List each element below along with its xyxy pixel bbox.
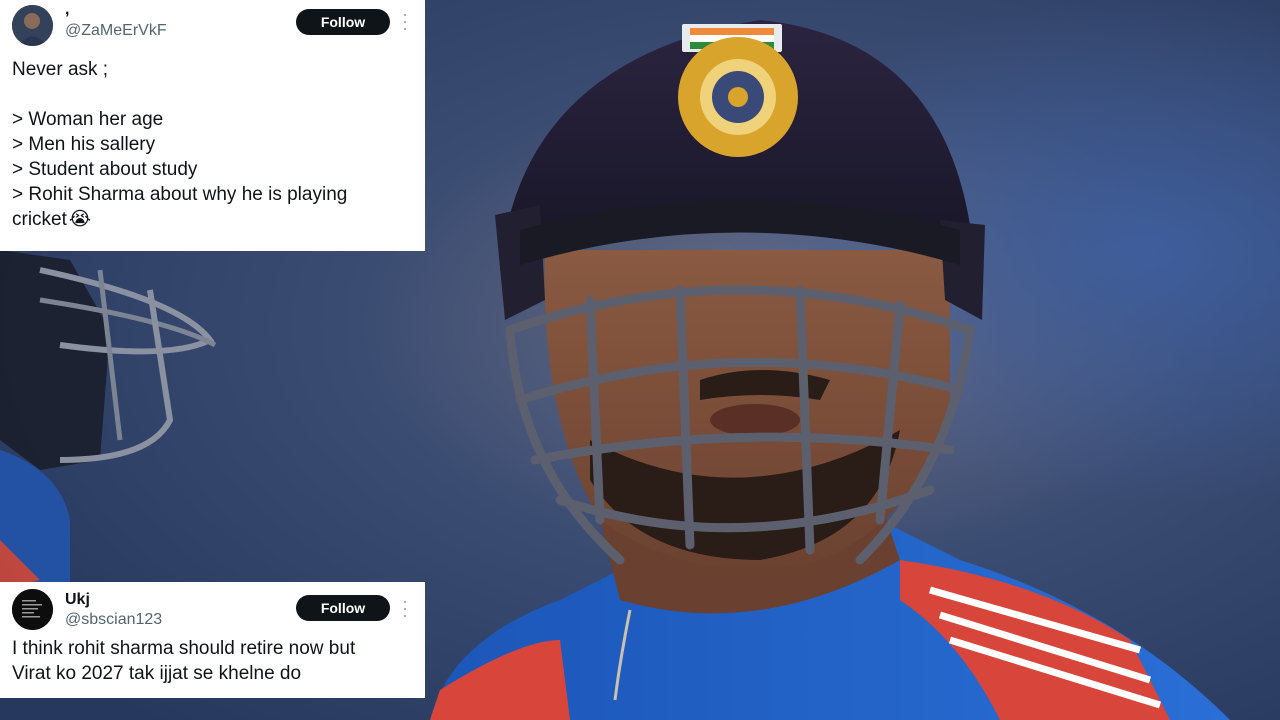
tweet-text: Never ask ; > Woman her age > Men his sall…	[12, 57, 347, 232]
tweet-text: I think rohit sharma should retire now b…	[12, 636, 355, 686]
more-vertical-icon[interactable]	[400, 14, 410, 30]
display-name[interactable]: Ukj	[65, 591, 90, 609]
tweet-line-last: cricket 😭	[12, 207, 347, 232]
user-handle[interactable]: @ZaMeErVkF	[65, 22, 167, 40]
bcci-crest-icon	[678, 37, 798, 157]
tweet-card-bottom: Ukj @sbscian123 Follow I think rohit sha…	[0, 582, 425, 698]
tweet-line: I think rohit sharma should retire now b…	[12, 638, 356, 659]
avatar[interactable]	[12, 589, 53, 630]
tweet-line: > Student about study	[12, 159, 198, 180]
tweet-line	[12, 82, 347, 107]
tweet-card-top: , @ZaMeErVkF Follow Never ask ; > Woman h…	[0, 0, 425, 251]
follow-button[interactable]: Follow	[296, 595, 390, 621]
crying-emoji-icon: 😭	[68, 208, 92, 230]
tweet-line: cricket	[12, 209, 67, 230]
display-name[interactable]: ,	[65, 1, 69, 19]
tweet-line: Never ask ;	[12, 59, 109, 80]
tweet-line: > Men his sallery	[12, 134, 156, 155]
tweet-line: Virat ko 2027 tak ijjat se khelne do	[12, 663, 302, 684]
more-vertical-icon[interactable]	[400, 601, 410, 617]
user-handle[interactable]: @sbscian123	[65, 611, 162, 629]
tweet-line: > Rohit Sharma about why he is playing	[12, 184, 348, 205]
tweet-line: > Woman her age	[12, 109, 164, 130]
avatar[interactable]	[12, 5, 53, 46]
follow-button[interactable]: Follow	[296, 9, 390, 35]
